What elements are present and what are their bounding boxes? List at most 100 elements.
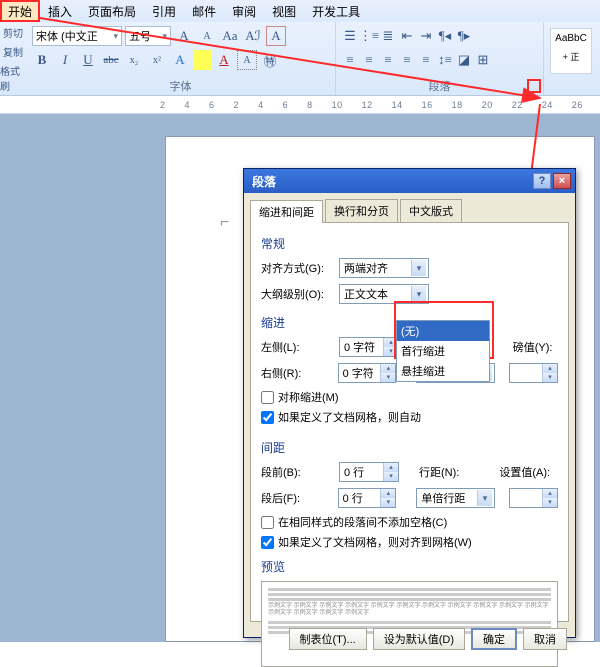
tab-layout[interactable]: 页面布局	[80, 0, 144, 22]
space-before-spin[interactable]: 0 行▴▾	[339, 462, 399, 482]
indent-right-label: 右侧(R):	[261, 365, 332, 381]
indent-left-spin[interactable]: 0 字符▴▾	[339, 337, 399, 357]
close-button[interactable]: ×	[553, 173, 571, 189]
section-spacing: 间距	[261, 439, 558, 456]
grow-font-icon[interactable]: A	[174, 26, 194, 46]
tab-view[interactable]: 视图	[264, 0, 304, 22]
font-color-button[interactable]: A	[214, 50, 234, 70]
align-right-icon[interactable]: ≡	[380, 50, 396, 70]
tab-review[interactable]: 审阅	[224, 0, 264, 22]
superscript-button[interactable]: x²	[147, 50, 167, 70]
cut-button[interactable]: 剪切	[3, 25, 23, 40]
ltr-icon[interactable]: ¶◂	[437, 26, 453, 46]
multilevel-icon[interactable]: ≣	[380, 26, 396, 46]
tab-home[interactable]: 开始	[0, 0, 40, 22]
dropdown-option-none[interactable]: (无)	[397, 321, 489, 341]
no-space-same-style-checkbox[interactable]	[261, 516, 274, 529]
tab-references[interactable]: 引用	[144, 0, 184, 22]
font-group-label: 字体	[26, 78, 335, 94]
italic-button[interactable]: I	[55, 50, 75, 70]
section-general: 常规	[261, 235, 558, 252]
subscript-button[interactable]: x₂	[124, 50, 144, 70]
at-value-label: 设置值(A):	[499, 464, 550, 480]
by-value-spin[interactable]: ▴▾	[509, 363, 558, 383]
chevron-down-icon: ▾	[411, 260, 426, 276]
font-name-value: 宋体 (中文正	[36, 28, 98, 44]
space-after-label: 段后(F):	[261, 490, 332, 506]
increase-indent-icon[interactable]: ⇥	[418, 26, 434, 46]
align-left-icon[interactable]: ≡	[342, 50, 358, 70]
decrease-indent-icon[interactable]: ⇤	[399, 26, 415, 46]
tab-line-page-breaks[interactable]: 换行和分页	[325, 199, 398, 222]
numbering-icon[interactable]: ⋮≡	[361, 26, 377, 46]
style-normal[interactable]: AaBbC + 正	[550, 28, 592, 74]
enclose-char-icon[interactable]: ㊕	[260, 50, 280, 70]
style-name: + 正	[551, 50, 591, 63]
chevron-down-icon: ▾	[162, 31, 167, 42]
justify-icon[interactable]: ≡	[399, 50, 415, 70]
format-painter-button[interactable]: 格式刷	[0, 63, 26, 93]
mirror-indent-label: 对称缩进(M)	[278, 389, 339, 405]
char-shading-icon[interactable]: A	[237, 50, 257, 70]
tab-indent-spacing[interactable]: 缩进和间距	[250, 200, 323, 223]
snap-grid-checkbox[interactable]	[261, 536, 274, 549]
highlight-button[interactable]	[193, 50, 211, 70]
set-default-button[interactable]: 设为默认值(D)	[373, 628, 465, 650]
change-case-icon[interactable]: Aa	[220, 26, 240, 46]
at-value-spin[interactable]: ▴▾	[509, 488, 558, 508]
rtl-icon[interactable]: ¶▸	[456, 26, 472, 46]
help-button[interactable]: ?	[533, 173, 551, 189]
copy-button[interactable]: 复制	[3, 44, 23, 59]
dropdown-option-first-line[interactable]: 首行缩进	[397, 341, 489, 361]
chevron-down-icon: ▾	[411, 286, 426, 302]
snap-grid-label: 如果定义了文档网格，则对齐到网格(W)	[278, 534, 472, 550]
strike-button[interactable]: abc	[101, 50, 121, 70]
auto-adjust-grid-checkbox[interactable]	[261, 411, 274, 424]
char-border-icon[interactable]: A	[266, 26, 286, 46]
shading-icon[interactable]: ◪	[456, 50, 472, 70]
special-format-dropdown[interactable]: (无) 首行缩进 悬挂缩进	[396, 320, 490, 382]
cancel-button[interactable]: 取消	[523, 628, 567, 650]
dropdown-option-hanging[interactable]: 悬挂缩进	[397, 361, 489, 381]
chevron-down-icon: ▾	[477, 490, 492, 506]
outline-level-select[interactable]: 正文文本▾	[339, 284, 429, 304]
clear-format-icon[interactable]: Aℐ	[243, 26, 263, 46]
tab-mailings[interactable]: 邮件	[184, 0, 224, 22]
chevron-down-icon: ▾	[113, 31, 118, 42]
space-before-label: 段前(B):	[261, 464, 333, 480]
text-effects-icon[interactable]: A	[170, 50, 190, 70]
outline-level-label: 大纲级别(O):	[261, 286, 333, 302]
mirror-indent-checkbox[interactable]	[261, 391, 274, 404]
tab-asian-typography[interactable]: 中文版式	[400, 199, 462, 222]
no-space-same-style-label: 在相同样式的段落间不添加空格(C)	[278, 514, 447, 530]
font-size-value: 五号	[129, 28, 151, 44]
align-center-icon[interactable]: ≡	[361, 50, 377, 70]
distributed-icon[interactable]: ≡	[418, 50, 434, 70]
font-name-combo[interactable]: 宋体 (中文正 ▾	[32, 26, 122, 46]
alignment-select[interactable]: 两端对齐▾	[339, 258, 429, 278]
style-sample: AaBbC	[551, 33, 591, 44]
space-after-spin[interactable]: 0 行▴▾	[338, 488, 397, 508]
tabstops-button[interactable]: 制表位(T)...	[289, 628, 367, 650]
bold-button[interactable]: B	[32, 50, 52, 70]
section-preview: 预览	[261, 558, 558, 575]
line-spacing-select[interactable]: 单倍行距▾	[416, 488, 495, 508]
alignment-label: 对齐方式(G):	[261, 260, 333, 276]
line-spacing-icon[interactable]: ↕≡	[437, 50, 453, 70]
borders-icon[interactable]: ⊞	[475, 50, 491, 70]
font-size-combo[interactable]: 五号 ▾	[125, 26, 171, 46]
ok-button[interactable]: 确定	[471, 628, 517, 650]
tab-insert[interactable]: 插入	[40, 0, 80, 22]
auto-adjust-grid-label: 如果定义了文档网格，则自动	[278, 409, 421, 425]
indent-right-spin[interactable]: 0 字符▴▾	[338, 363, 397, 383]
line-spacing-label: 行距(N):	[419, 464, 459, 480]
crop-mark-icon: ⌐	[220, 214, 229, 232]
bullets-icon[interactable]: ☰	[342, 26, 358, 46]
paragraph-dialog-launcher[interactable]	[527, 79, 541, 93]
indent-left-label: 左侧(L):	[261, 339, 333, 355]
paragraph-group-label: 段落	[336, 78, 543, 94]
shrink-font-icon[interactable]: A	[197, 26, 217, 46]
underline-button[interactable]: U	[78, 50, 98, 70]
dialog-title: 段落	[252, 173, 276, 190]
tab-developer[interactable]: 开发工具	[304, 0, 368, 22]
